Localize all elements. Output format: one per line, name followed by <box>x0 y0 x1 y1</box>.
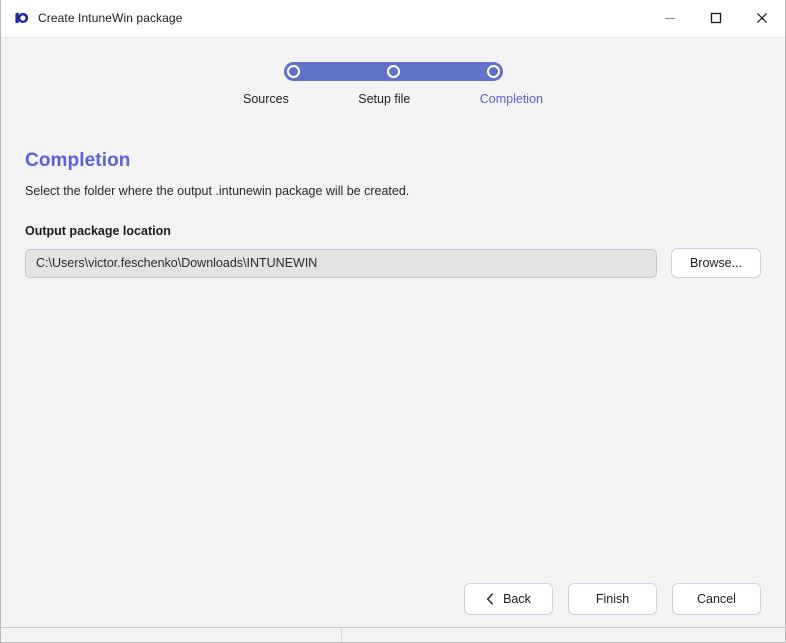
minimize-icon <box>665 18 675 19</box>
cancel-button[interactable]: Cancel <box>672 583 761 615</box>
step-label-setup-file[interactable]: Setup file <box>358 92 410 106</box>
intune-app-icon <box>15 12 29 24</box>
finish-button-label: Finish <box>595 592 630 606</box>
output-package-location-row: Browse... <box>25 248 761 278</box>
maximize-icon <box>710 12 722 24</box>
window-body: Sources Setup file Completion Completion… <box>1 37 785 642</box>
content-area: Completion Select the folder where the o… <box>25 150 761 278</box>
chevron-left-icon <box>486 593 494 605</box>
stepper-labels: Sources Setup file Completion <box>243 92 543 106</box>
page-description: Select the folder where the output .intu… <box>25 184 410 198</box>
footer-buttons: Back Finish Cancel <box>449 583 761 615</box>
step-dot-setup-file[interactable] <box>386 65 400 78</box>
wizard-stepper: Sources Setup file Completion <box>1 62 785 106</box>
page-title: Completion <box>25 150 131 171</box>
output-package-location-label: Output package location <box>25 224 171 238</box>
back-button[interactable]: Back <box>464 583 553 615</box>
close-icon <box>756 12 768 24</box>
cancel-button-label: Cancel <box>697 592 736 606</box>
title-bar: Create IntuneWin package <box>1 0 785 37</box>
bottom-strip <box>1 627 785 642</box>
output-path-input[interactable] <box>25 248 657 278</box>
close-button[interactable] <box>739 0 785 36</box>
create-intunewin-package-window: Create IntuneWin package Sources Setup f… <box>0 0 786 643</box>
maximize-button[interactable] <box>693 0 739 36</box>
minimize-button[interactable] <box>647 0 693 36</box>
finish-button[interactable]: Finish <box>568 583 657 615</box>
window-controls <box>647 0 785 36</box>
window-title: Create IntuneWin package <box>38 11 183 25</box>
step-label-sources[interactable]: Sources <box>243 92 289 106</box>
back-button-label: Back <box>503 592 531 606</box>
bottom-strip-divider <box>341 628 342 642</box>
step-dot-sources[interactable] <box>286 65 300 78</box>
step-label-completion[interactable]: Completion <box>480 92 543 106</box>
stepper-track <box>283 62 503 81</box>
step-dot-completion[interactable] <box>486 65 500 78</box>
browse-button[interactable]: Browse... <box>671 248 761 278</box>
